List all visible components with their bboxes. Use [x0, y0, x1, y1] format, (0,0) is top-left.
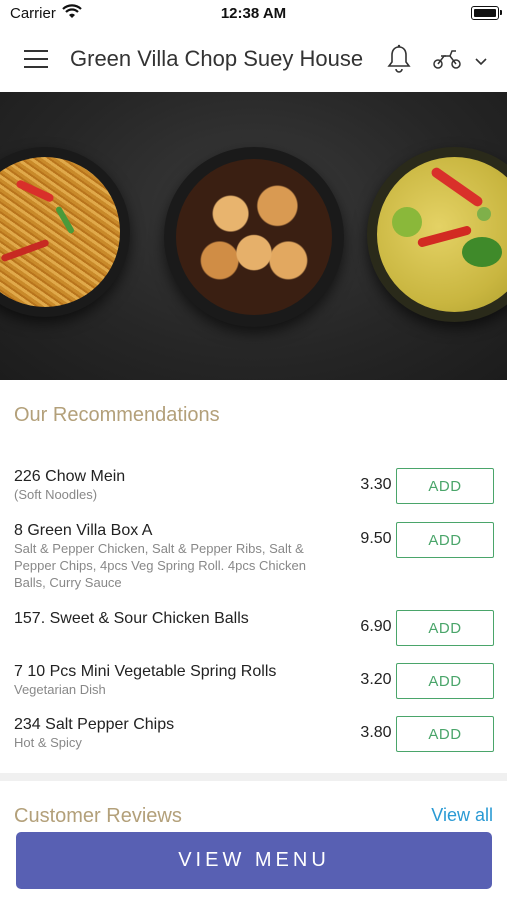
item-price: 3.20	[360, 671, 392, 688]
restaurant-title: Green Villa Chop Suey House	[70, 46, 364, 71]
view-all-link[interactable]: View all	[431, 805, 493, 826]
item-description: Hot & Spicy	[14, 735, 82, 750]
add-button[interactable]: ADD	[396, 610, 494, 646]
chicken-plate	[164, 147, 344, 327]
status-bar: Carrier 12:38 AM	[0, 0, 507, 28]
item-price: 3.80	[360, 724, 392, 741]
add-button[interactable]: ADD	[396, 468, 494, 504]
menu-item: 226 Chow Mein (Soft Noodles) 3.30 ADD	[14, 468, 494, 504]
customer-reviews-title: Customer Reviews	[14, 805, 182, 827]
menu-item: 7 10 Pcs Mini Vegetable Spring Rolls Veg…	[14, 663, 494, 699]
hero-food-image	[0, 92, 507, 380]
item-description: Vegetarian Dish	[14, 682, 106, 697]
menu-item: 8 Green Villa Box A Salt & Pepper Chicke…	[14, 522, 494, 591]
status-time: 12:38 AM	[220, 5, 287, 22]
app-header: Green Villa Chop Suey House	[0, 28, 507, 92]
hamburger-menu-icon[interactable]	[24, 50, 48, 68]
add-button[interactable]: ADD	[396, 716, 494, 752]
item-description: Salt & Pepper Chicken, Salt & Pepper Rib…	[14, 541, 306, 590]
battery-icon	[471, 6, 502, 20]
bell-icon[interactable]	[386, 44, 412, 79]
menu-item: 157. Sweet & Sour Chicken Balls 6.90 ADD	[14, 610, 494, 646]
noodles-plate	[0, 147, 130, 317]
section-divider	[0, 773, 507, 781]
add-button[interactable]: ADD	[396, 663, 494, 699]
item-price: 6.90	[360, 618, 392, 635]
view-menu-button[interactable]: VIEW MENU	[16, 832, 492, 889]
add-button[interactable]: ADD	[396, 522, 494, 558]
recommendations-title: Our Recommendations	[14, 404, 220, 426]
delivery-scooter-icon[interactable]	[432, 48, 462, 75]
menu-item: 234 Salt Pepper Chips Hot & Spicy 3.80 A…	[14, 716, 494, 752]
recommendations-section: Our Recommendations 226 Chow Mein (Soft …	[0, 380, 507, 773]
item-price: 3.30	[360, 476, 392, 493]
chevron-down-icon[interactable]	[474, 54, 488, 72]
curry-bowl	[367, 147, 507, 322]
item-price: 9.50	[360, 530, 392, 547]
item-description: (Soft Noodles)	[14, 487, 98, 502]
